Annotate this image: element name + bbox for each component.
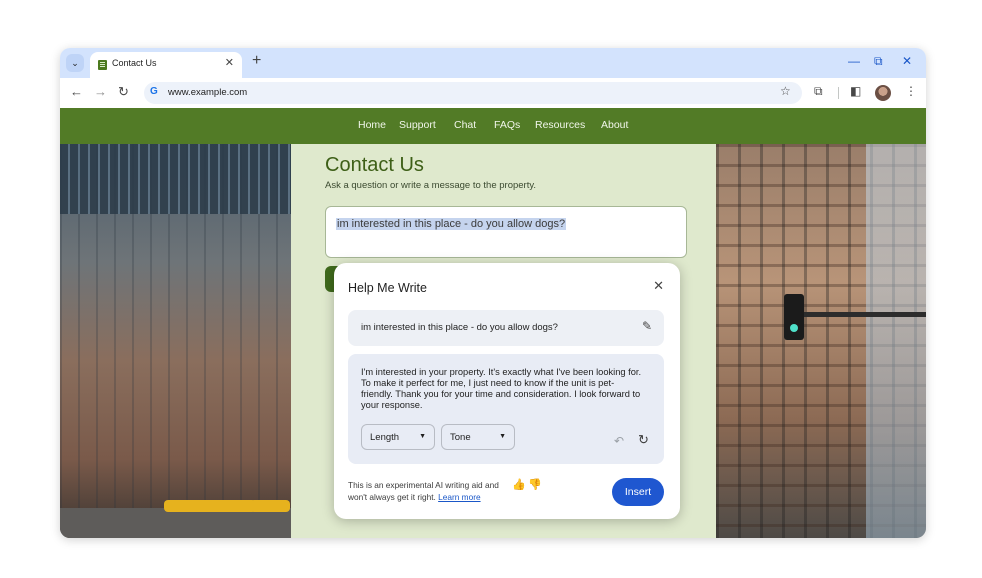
- tab-contact-us[interactable]: Contact Us ✕: [90, 52, 242, 78]
- tone-label: Tone: [450, 432, 471, 443]
- undo-icon[interactable]: ↶: [614, 434, 624, 448]
- street: [60, 508, 291, 538]
- browser-window: ⌄ Contact Us ✕ + — ⧉ ✕ ← → ↻ G www.examp…: [60, 48, 926, 538]
- back-icon[interactable]: ←: [70, 84, 83, 99]
- chevron-down-icon: ▼: [499, 433, 506, 440]
- prompt-field[interactable]: im interested in this place - do you all…: [348, 310, 664, 346]
- toolbar-divider: [838, 87, 839, 99]
- learn-more-link[interactable]: Learn more: [438, 492, 480, 502]
- building-photo-left: [60, 144, 291, 538]
- panel-title: Help Me Write: [348, 281, 427, 295]
- thumbs-up-icon[interactable]: 👍: [512, 478, 526, 491]
- tone-dropdown[interactable]: Tone ▼: [441, 424, 515, 450]
- thumbs-down-icon[interactable]: 👎: [528, 478, 542, 491]
- browser-toolbar: ← → ↻ G www.example.com ☆ ⧉ ◧ ⋮: [60, 78, 926, 108]
- url-text[interactable]: www.example.com: [168, 87, 247, 98]
- traffic-light: [784, 294, 804, 340]
- close-icon[interactable]: ✕: [653, 278, 664, 294]
- sky-reflection: [866, 144, 926, 538]
- extensions-icon[interactable]: ⧉: [814, 84, 823, 99]
- generated-text: I'm interested in your property. It's ex…: [361, 367, 642, 410]
- tab-strip: ⌄ Contact Us ✕ + — ⧉ ✕: [60, 48, 926, 78]
- profile-avatar[interactable]: [875, 85, 891, 101]
- menu-icon[interactable]: ⋮: [905, 84, 917, 98]
- prompt-text: im interested in this place - do you all…: [361, 322, 558, 333]
- selected-message-text: im interested in this place - do you all…: [336, 218, 567, 230]
- site-navigation: Home Support Chat FAQs Resources About: [60, 108, 926, 144]
- nav-link-resources[interactable]: Resources: [535, 119, 585, 131]
- tab-title: Contact Us: [112, 58, 157, 68]
- nav-link-chat[interactable]: Chat: [454, 119, 476, 131]
- minimize-icon[interactable]: —: [848, 54, 860, 68]
- generated-result: I'm interested in your property. It's ex…: [348, 354, 664, 464]
- tab-close-icon[interactable]: ✕: [225, 56, 234, 69]
- page-favicon-icon: [98, 60, 107, 70]
- nav-link-faqs[interactable]: FAQs: [494, 119, 520, 131]
- chevron-down-icon: ▼: [419, 433, 426, 440]
- insert-button[interactable]: Insert: [612, 478, 664, 506]
- google-icon: G: [150, 86, 158, 97]
- taxi-car: [250, 500, 290, 512]
- glass-facade: [60, 144, 291, 214]
- page-title: Contact Us: [325, 154, 424, 176]
- close-window-icon[interactable]: ✕: [902, 54, 912, 68]
- address-bar[interactable]: G www.example.com: [144, 82, 802, 104]
- side-panel-icon[interactable]: ◧: [850, 84, 861, 98]
- nav-link-about[interactable]: About: [601, 119, 628, 131]
- nav-link-support[interactable]: Support: [399, 119, 436, 131]
- restore-icon[interactable]: ⧉: [874, 54, 883, 69]
- new-tab-button[interactable]: +: [252, 52, 261, 70]
- message-textarea[interactable]: im interested in this place - do you all…: [325, 206, 687, 258]
- traffic-pole: [804, 312, 926, 317]
- page-subtitle: Ask a question or write a message to the…: [325, 180, 537, 191]
- building-photo-right: [716, 144, 926, 538]
- edit-pencil-icon[interactable]: ✎: [642, 319, 652, 333]
- disclaimer: This is an experimental AI writing aid a…: [348, 479, 518, 503]
- tab-search-button[interactable]: ⌄: [66, 54, 84, 72]
- nav-link-home[interactable]: Home: [358, 119, 386, 131]
- help-me-write-panel: Help Me Write ✕ im interested in this pl…: [334, 263, 680, 519]
- regenerate-icon[interactable]: ↻: [638, 432, 649, 448]
- length-label: Length: [370, 432, 400, 443]
- reload-icon[interactable]: ↻: [118, 84, 129, 100]
- length-dropdown[interactable]: Length ▼: [361, 424, 435, 450]
- bookmark-star-icon[interactable]: ☆: [780, 84, 791, 98]
- forward-icon[interactable]: →: [94, 84, 107, 99]
